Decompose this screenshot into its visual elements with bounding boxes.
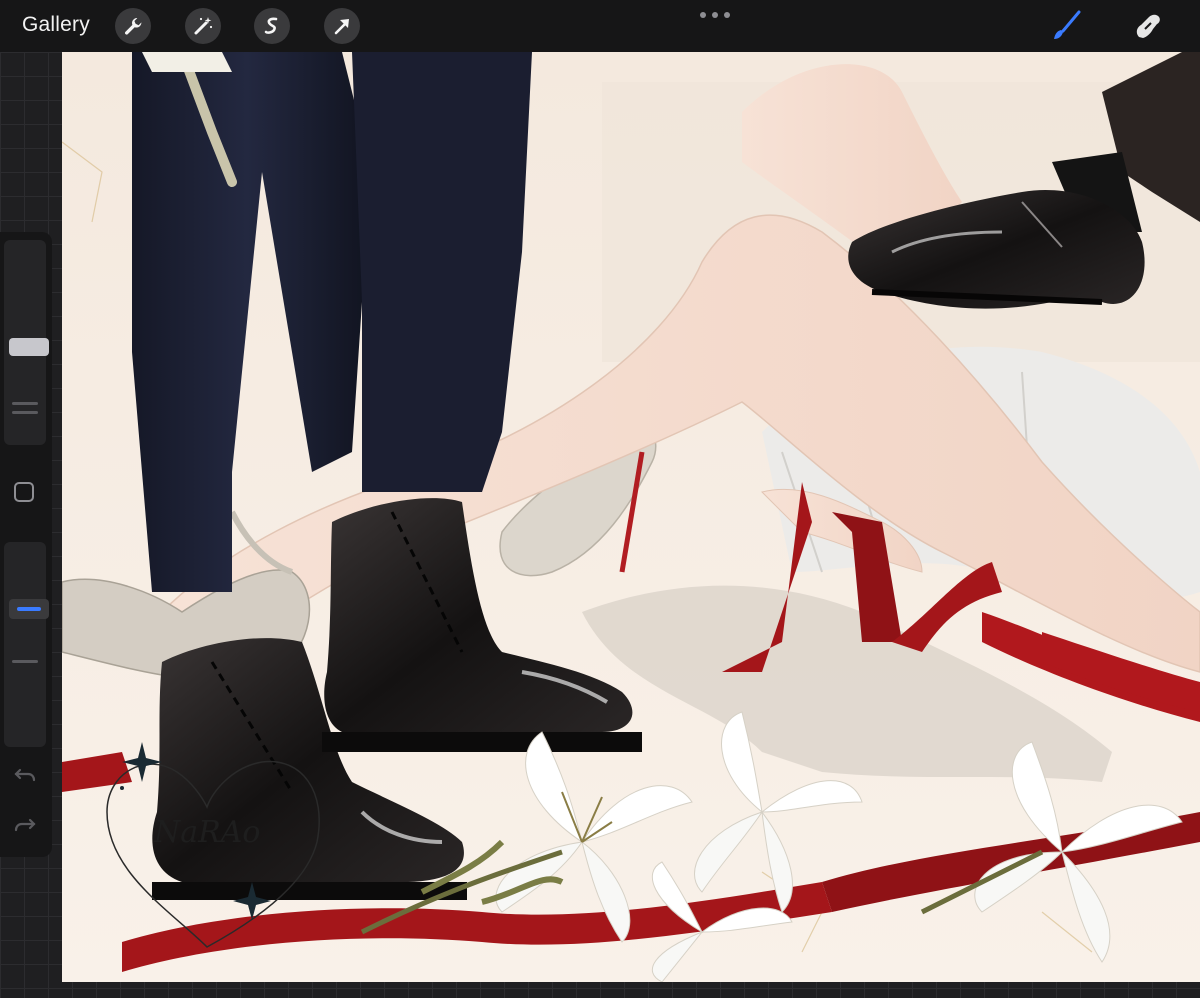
redo-icon[interactable] xyxy=(12,812,38,843)
brush-size-slider[interactable] xyxy=(4,240,49,445)
transform-button[interactable] xyxy=(324,8,360,44)
gallery-button[interactable]: Gallery xyxy=(22,13,90,37)
wrench-icon xyxy=(125,18,142,35)
brush-icon xyxy=(1054,10,1081,39)
brush-tool-button[interactable] xyxy=(1046,6,1086,46)
actions-wrench-button[interactable] xyxy=(115,8,151,44)
smudge-icon xyxy=(1136,14,1160,38)
square-icon[interactable] xyxy=(14,482,34,502)
drawing-canvas[interactable]: NaRAo xyxy=(62,52,1200,982)
opacity-thumb[interactable] xyxy=(9,599,49,619)
signature-text: NaRAo xyxy=(153,815,260,850)
more-dots-icon[interactable] xyxy=(700,10,730,20)
top-toolbar: Gallery xyxy=(0,0,1200,52)
brush-size-thumb[interactable] xyxy=(9,338,49,356)
selection-button[interactable] xyxy=(254,8,290,44)
selection-icon xyxy=(264,17,278,34)
adjustments-wand-button[interactable] xyxy=(185,8,221,44)
opacity-slider[interactable] xyxy=(4,542,49,747)
slider-grip-line xyxy=(12,660,38,663)
undo-icon[interactable] xyxy=(12,762,38,793)
smudge-tool-button[interactable] xyxy=(1128,6,1168,46)
slider-grip-line xyxy=(12,402,38,405)
left-sidebar xyxy=(0,232,52,857)
transform-arrow-icon xyxy=(334,19,349,35)
slider-grip-line xyxy=(12,411,38,414)
magic-wand-icon xyxy=(194,17,213,35)
